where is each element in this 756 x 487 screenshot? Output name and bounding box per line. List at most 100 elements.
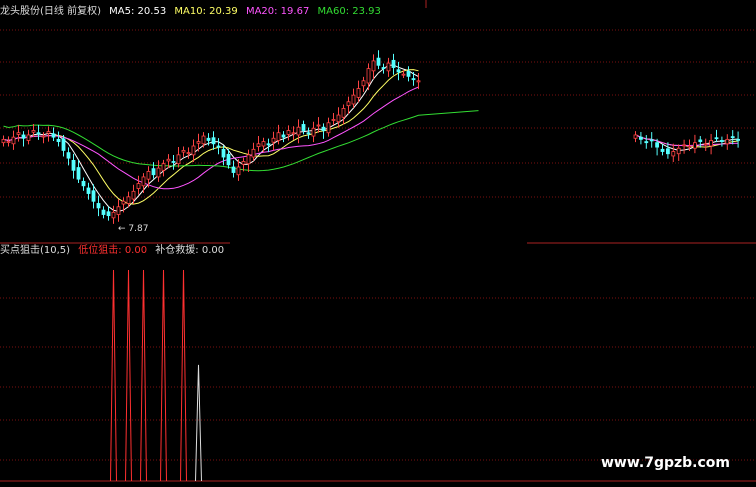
candle-body xyxy=(666,148,670,155)
candle-body xyxy=(396,69,401,73)
candle-body xyxy=(41,135,46,138)
stock-name: 龙头股份(日线 前复权) xyxy=(0,6,101,17)
candle-body xyxy=(91,190,96,202)
candle-body xyxy=(331,119,336,121)
candle-body xyxy=(46,131,51,134)
candle-body xyxy=(231,166,236,173)
signal2-label: 补仓救援: 0.00 xyxy=(155,245,225,256)
candle-body xyxy=(21,134,26,139)
candle-body xyxy=(286,130,291,135)
candle-body xyxy=(246,154,251,165)
candle-body xyxy=(321,126,326,131)
candle-body xyxy=(121,200,126,205)
candle-body xyxy=(256,143,261,147)
candle-body xyxy=(6,141,11,143)
candle-body xyxy=(401,73,406,76)
candle-body xyxy=(281,134,286,138)
candle-body xyxy=(51,133,56,138)
ma60-label: MA60: 23.93 xyxy=(317,6,381,17)
candle-body xyxy=(151,168,156,176)
candle-body xyxy=(676,147,681,155)
candle-body xyxy=(111,211,116,219)
candle-body xyxy=(106,211,111,217)
ma20-label: MA20: 19.67 xyxy=(245,6,310,17)
candle-body xyxy=(96,203,101,209)
candle-body xyxy=(660,148,665,152)
candle-body xyxy=(161,163,166,171)
candle-body xyxy=(186,152,191,155)
candle-body xyxy=(725,138,730,145)
candle-body xyxy=(655,142,659,148)
candle-body xyxy=(1,138,6,144)
candle-body xyxy=(730,136,735,139)
candle-body xyxy=(371,60,376,72)
candle-body xyxy=(361,80,366,87)
candle-body xyxy=(306,132,311,135)
candle-body xyxy=(356,88,361,98)
price-chart[interactable] xyxy=(0,0,756,487)
signal-spike xyxy=(195,364,202,482)
candle-body xyxy=(291,132,296,135)
candle-body xyxy=(341,108,346,118)
price-legend: 龙头股份(日线 前复权) MA5: 20.53 MA10: 20.39 MA20… xyxy=(0,6,386,18)
candle-body xyxy=(146,171,151,180)
candle-body xyxy=(720,140,724,142)
candle-body xyxy=(381,67,386,70)
signal-spike xyxy=(160,269,167,482)
candle-body xyxy=(311,127,316,137)
ma10-label: MA10: 20.39 xyxy=(174,6,238,17)
candle-body xyxy=(687,145,692,148)
candle-body xyxy=(126,196,131,204)
candle-body xyxy=(36,132,41,135)
candle-body xyxy=(326,122,331,134)
candle-body xyxy=(301,124,306,131)
ma10-line xyxy=(3,69,419,205)
candle-body xyxy=(61,138,66,151)
ma5-label: MA5: 20.53 xyxy=(109,6,167,17)
candle-body xyxy=(141,176,146,187)
candle-body xyxy=(671,151,676,157)
candle-body xyxy=(116,206,121,215)
candle-body xyxy=(206,137,211,141)
candle-body xyxy=(26,134,31,141)
candle-body xyxy=(639,136,643,140)
candlesticks xyxy=(1,50,740,224)
candle-body xyxy=(316,124,321,127)
candle-body xyxy=(196,141,201,144)
candle-body xyxy=(266,143,271,146)
signal-spike xyxy=(140,269,147,482)
candle-body xyxy=(386,62,391,72)
candle-body xyxy=(236,166,241,176)
candle-body xyxy=(714,137,719,140)
candle-body xyxy=(176,154,181,165)
candle-body xyxy=(276,132,281,141)
candle-body xyxy=(16,132,21,135)
candle-body xyxy=(416,80,421,83)
candle-body xyxy=(101,209,106,215)
candle-body xyxy=(211,137,216,145)
grid-lines xyxy=(0,0,756,482)
candle-body xyxy=(261,141,266,147)
candle-body xyxy=(366,68,371,84)
indicator-legend: 买点狙击(10,5) 低位狙击: 0.00 补仓救援: 0.00 xyxy=(0,245,229,257)
signal-spike xyxy=(180,269,187,482)
candle-body xyxy=(251,148,256,158)
candle-body xyxy=(56,138,61,142)
candle-body xyxy=(81,180,86,187)
candle-body xyxy=(66,152,71,159)
candle-body xyxy=(346,101,351,107)
candle-body xyxy=(633,134,638,139)
moving-average-lines xyxy=(3,64,739,212)
candle-body xyxy=(709,140,713,147)
signal-spike xyxy=(110,269,117,482)
candle-body xyxy=(221,148,226,158)
candle-body xyxy=(698,139,703,142)
candle-body xyxy=(181,150,186,153)
candle-body xyxy=(644,141,649,144)
candle-body xyxy=(351,94,356,105)
candle-body xyxy=(376,57,381,66)
ma20-line xyxy=(3,86,419,190)
low-price-marker: ← 7.87 xyxy=(118,224,149,234)
candle-body xyxy=(166,158,171,162)
ma5-line xyxy=(635,134,739,151)
